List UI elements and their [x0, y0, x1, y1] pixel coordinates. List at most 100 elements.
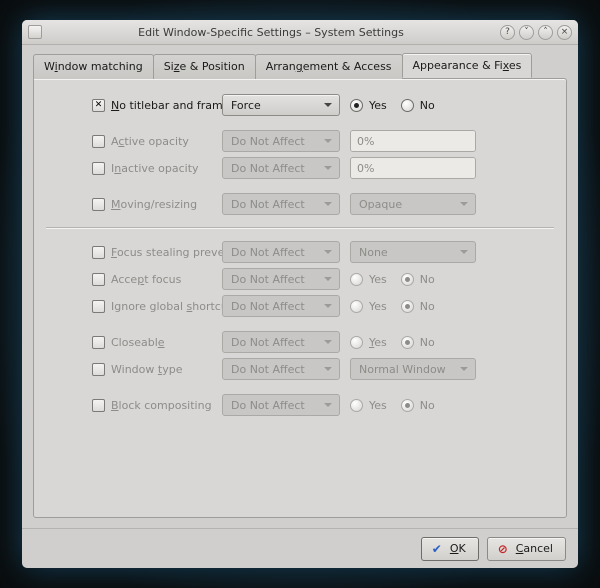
- spin-active-opacity: [350, 130, 476, 152]
- label-yes: Yes: [369, 399, 387, 412]
- tab-strip: Window matching Size & Position Arrangem…: [22, 45, 578, 78]
- chevron-down-icon: [321, 103, 335, 107]
- combo-no-titlebar-mode[interactable]: Force: [222, 94, 340, 116]
- spin-inactive-opacity-input: [351, 158, 476, 178]
- radio-closeable-yes: [350, 336, 363, 349]
- checkbox-closeable[interactable]: [92, 336, 105, 349]
- combo-ignore-shortcuts-mode: Do Not Affect: [222, 295, 340, 317]
- checkbox-block-compositing[interactable]: [92, 399, 105, 412]
- tab-size-position[interactable]: Size & Position: [153, 54, 256, 79]
- checkbox-focus-stealing[interactable]: [92, 246, 105, 259]
- combo-focus-stealing-value: None: [350, 241, 476, 263]
- chevron-down-icon: [321, 304, 335, 308]
- maximize-button[interactable]: ˄: [538, 25, 553, 40]
- close-button[interactable]: ×: [557, 25, 572, 40]
- chevron-down-icon: [457, 250, 471, 254]
- combo-active-opacity-mode: Do Not Affect: [222, 130, 340, 152]
- label-no: No: [420, 336, 435, 349]
- separator: [46, 227, 554, 229]
- ok-button[interactable]: ✔ OK: [421, 537, 479, 561]
- radio-block-compositing-no: [401, 399, 414, 412]
- checkbox-inactive-opacity[interactable]: [92, 162, 105, 175]
- chevron-down-icon: [321, 277, 335, 281]
- spin-inactive-opacity: [350, 157, 476, 179]
- checkbox-window-type[interactable]: [92, 363, 105, 376]
- label-no: No: [420, 273, 435, 286]
- label-yes: Yes: [369, 300, 387, 313]
- combo-closeable-mode: Do Not Affect: [222, 331, 340, 353]
- row-accept-focus: Accept focus Do Not Affect Yes No: [46, 267, 554, 291]
- titlebar: Edit Window-Specific Settings – System S…: [22, 20, 578, 45]
- window-title: Edit Window-Specific Settings – System S…: [48, 26, 494, 39]
- radio-no-titlebar-yes[interactable]: [350, 99, 363, 112]
- label-window-type: Window type: [111, 363, 182, 376]
- chevron-down-icon: [321, 403, 335, 407]
- label-inactive-opacity: Inactive opacity: [111, 162, 199, 175]
- label-block-compositing: Block compositing: [111, 399, 212, 412]
- label-yes: Yes: [369, 273, 387, 286]
- label-moving-resizing: Moving/resizing: [111, 198, 197, 211]
- tab-window-matching[interactable]: Window matching: [33, 54, 154, 79]
- combo-window-type-mode: Do Not Affect: [222, 358, 340, 380]
- radio-ignore-shortcuts-yes: [350, 300, 363, 313]
- app-menu-icon[interactable]: [28, 25, 42, 39]
- label-no: No: [420, 300, 435, 313]
- chevron-down-icon: [321, 250, 335, 254]
- checkbox-ignore-shortcuts[interactable]: [92, 300, 105, 313]
- window-frame: Edit Window-Specific Settings – System S…: [22, 20, 578, 568]
- label-accept-focus: Accept focus: [111, 273, 181, 286]
- combo-moving-resizing-mode: Do Not Affect: [222, 193, 340, 215]
- label-no: No: [420, 399, 435, 412]
- radio-accept-focus-no: [401, 273, 414, 286]
- radio-accept-focus-yes: [350, 273, 363, 286]
- chevron-down-icon: [321, 367, 335, 371]
- row-no-titlebar: No titlebar and frame Force Yes No: [46, 93, 554, 117]
- chevron-down-icon: [321, 202, 335, 206]
- cancel-button[interactable]: ⊘ Cancel: [487, 537, 566, 561]
- tab-panel-appearance-fixes: No titlebar and frame Force Yes No Activ…: [33, 78, 567, 518]
- titlebar-buttons: ? ˅ ˄ ×: [500, 25, 572, 40]
- combo-window-type-value: Normal Window: [350, 358, 476, 380]
- combo-focus-stealing-mode: Do Not Affect: [222, 241, 340, 263]
- label-closeable: Closeable: [111, 336, 165, 349]
- radio-block-compositing-yes: [350, 399, 363, 412]
- label-no: No: [420, 99, 435, 112]
- label-no-titlebar: No titlebar and frame: [111, 99, 230, 112]
- spin-active-opacity-input: [351, 131, 476, 151]
- check-icon: ✔: [430, 542, 444, 556]
- label-yes: Yes: [369, 336, 387, 349]
- checkbox-active-opacity[interactable]: [92, 135, 105, 148]
- tab-arrangement-access[interactable]: Arrangement & Access: [255, 54, 403, 79]
- checkbox-moving-resizing[interactable]: [92, 198, 105, 211]
- checkbox-no-titlebar[interactable]: [92, 99, 105, 112]
- radio-closeable-no: [401, 336, 414, 349]
- row-inactive-opacity: Inactive opacity Do Not Affect: [46, 156, 554, 180]
- chevron-down-icon: [457, 202, 471, 206]
- radio-ignore-shortcuts-no: [401, 300, 414, 313]
- combo-inactive-opacity-mode: Do Not Affect: [222, 157, 340, 179]
- row-active-opacity: Active opacity Do Not Affect: [46, 129, 554, 153]
- combo-moving-resizing-value: Opaque: [350, 193, 476, 215]
- chevron-down-icon: [321, 166, 335, 170]
- chevron-down-icon: [321, 139, 335, 143]
- row-ignore-shortcuts: Ignore global shortcuts Do Not Affect Ye…: [46, 294, 554, 318]
- label-active-opacity: Active opacity: [111, 135, 189, 148]
- checkbox-accept-focus[interactable]: [92, 273, 105, 286]
- tab-appearance-fixes[interactable]: Appearance & Fixes: [402, 53, 533, 78]
- row-focus-stealing: Focus stealing prevention Do Not Affect …: [46, 240, 554, 264]
- row-window-type: Window type Do Not Affect Normal Window: [46, 357, 554, 381]
- row-moving-resizing: Moving/resizing Do Not Affect Opaque: [46, 192, 554, 216]
- combo-accept-focus-mode: Do Not Affect: [222, 268, 340, 290]
- chevron-down-icon: [457, 367, 471, 371]
- row-block-compositing: Block compositing Do Not Affect Yes No: [46, 393, 554, 417]
- minimize-button[interactable]: ˅: [519, 25, 534, 40]
- label-yes: Yes: [369, 99, 387, 112]
- chevron-down-icon: [321, 340, 335, 344]
- dialog-footer: ✔ OK ⊘ Cancel: [22, 528, 578, 568]
- label-ignore-shortcuts: Ignore global shortcuts: [111, 300, 238, 313]
- help-button[interactable]: ?: [500, 25, 515, 40]
- combo-block-compositing-mode: Do Not Affect: [222, 394, 340, 416]
- cancel-icon: ⊘: [496, 542, 510, 556]
- radio-no-titlebar-no[interactable]: [401, 99, 414, 112]
- row-closeable: Closeable Do Not Affect Yes No: [46, 330, 554, 354]
